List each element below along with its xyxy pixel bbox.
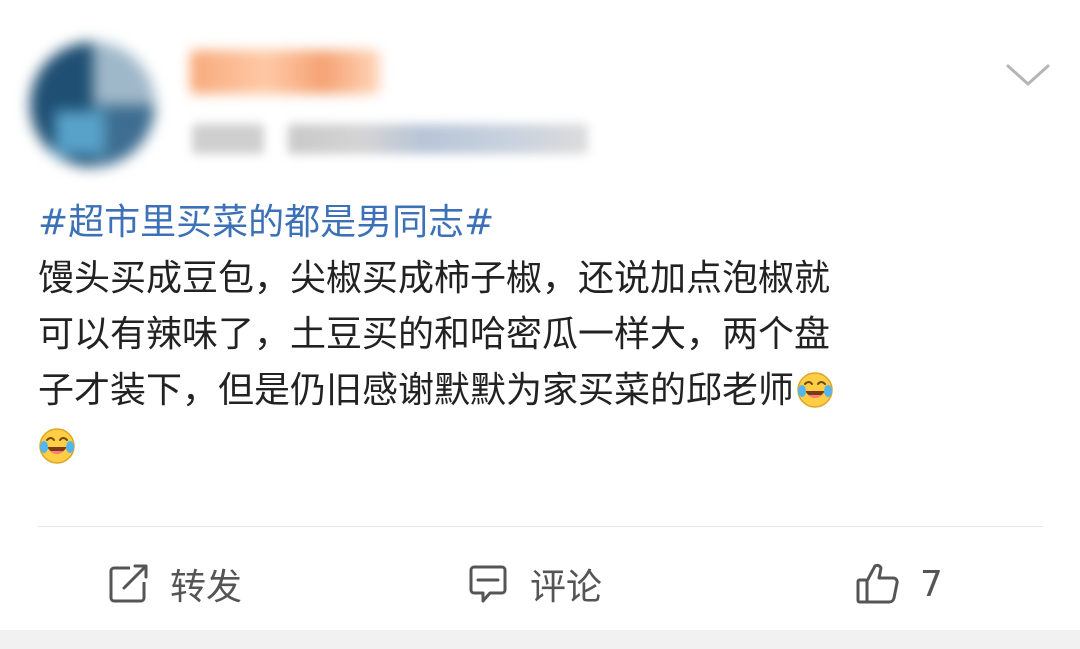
- repost-icon: [106, 562, 150, 606]
- thumbs-up-icon: [854, 560, 902, 608]
- topic-link[interactable]: #超市里买菜的都是男同志#: [38, 195, 1038, 251]
- laugh-cry-emoji-icon: [796, 370, 834, 408]
- post-text-line: [38, 419, 1038, 475]
- username-redacted[interactable]: [190, 50, 380, 94]
- like-count: 7: [920, 563, 943, 605]
- post-text-line: 子才装下，但是仍旧感谢默默为家买菜的邱老师: [38, 363, 1038, 419]
- feed-separator: [0, 630, 1080, 649]
- avatar[interactable]: [30, 42, 155, 167]
- post-text-segment: 子才装下，但是仍旧感谢默默为家买菜的邱老师: [38, 370, 795, 411]
- post-text-line: 可以有辣味了，土豆买的和哈密瓜一样大，两个盘: [38, 314, 831, 355]
- like-button[interactable]: 7: [854, 556, 943, 612]
- post-text-line: 馒头买成豆包，尖椒买成柿子椒，还说加点泡椒就: [38, 258, 831, 299]
- repost-button[interactable]: 转发: [106, 556, 242, 612]
- comment-icon: [466, 562, 510, 606]
- post-source-redacted: [288, 124, 588, 154]
- divider: [38, 526, 1043, 527]
- comment-button[interactable]: 评论: [466, 556, 602, 612]
- post-card: #超市里买菜的都是男同志# 馒头买成豆包，尖椒买成柿子椒，还说加点泡椒就 可以有…: [0, 0, 1080, 630]
- post-time-redacted: [192, 124, 264, 154]
- post-content: #超市里买菜的都是男同志# 馒头买成豆包，尖椒买成柿子椒，还说加点泡椒就 可以有…: [38, 195, 1038, 475]
- chevron-down-icon[interactable]: [1003, 58, 1053, 90]
- repost-label: 转发: [170, 567, 243, 608]
- laugh-cry-emoji-icon: [38, 426, 76, 464]
- comment-label: 评论: [530, 567, 603, 608]
